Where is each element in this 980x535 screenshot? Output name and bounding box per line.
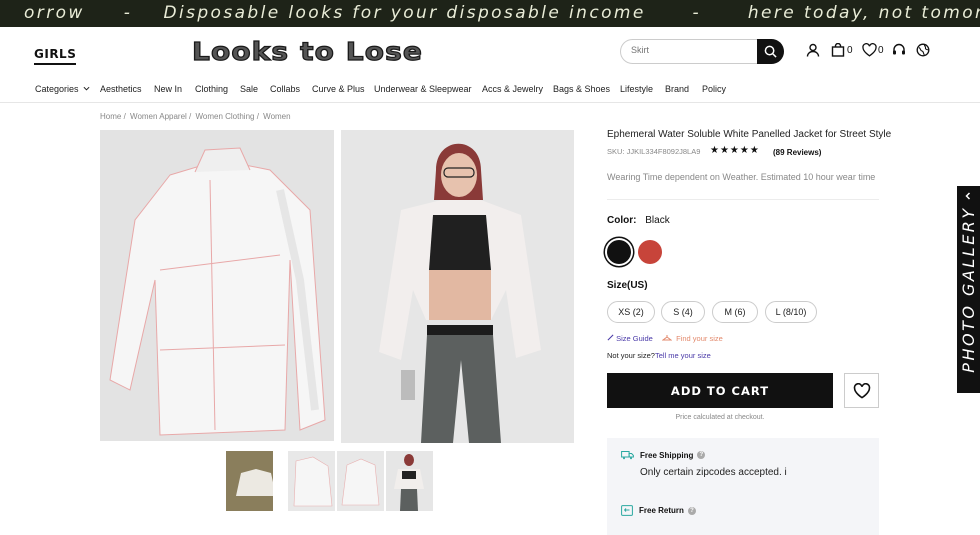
announcement-ticker: orrow - Disposable looks for your dispos… bbox=[0, 0, 980, 27]
photo-gallery-tab[interactable]: PHOTO GALLERY bbox=[957, 186, 980, 393]
not-size-text: Not your size? bbox=[607, 351, 655, 360]
nav-item-brand[interactable]: Brand bbox=[665, 84, 689, 94]
find-your-size-link[interactable]: Find your size bbox=[661, 334, 723, 343]
free-shipping-label: Free Shipping bbox=[640, 450, 694, 460]
free-shipping-row: Free Shipping ? bbox=[621, 450, 706, 460]
truck-icon bbox=[621, 451, 634, 460]
shipping-info-box: Free Shipping ? Only certain zipcodes ac… bbox=[607, 438, 879, 535]
add-to-cart-button[interactable]: ADD TO CART bbox=[607, 373, 833, 408]
return-icon bbox=[621, 505, 633, 516]
headset-icon bbox=[893, 43, 905, 55]
thumbnail-image bbox=[288, 451, 335, 511]
breadcrumb: Home / Women Apparel / Women Clothing / … bbox=[100, 112, 293, 121]
product-sku: SKU: JJKIL334F8092J8LA9 bbox=[607, 147, 701, 156]
language-button[interactable] bbox=[916, 43, 930, 57]
help-icon[interactable]: ? bbox=[697, 451, 706, 459]
breadcrumb-women-apparel[interactable]: Women Apparel / bbox=[130, 112, 191, 121]
nav-item-clothing[interactable]: Clothing bbox=[195, 84, 228, 94]
free-return-label: Free Return bbox=[639, 506, 684, 515]
hanger-icon bbox=[661, 335, 673, 341]
reviews-link[interactable]: (89 Reviews) bbox=[773, 148, 821, 157]
help-icon[interactable]: ? bbox=[687, 506, 696, 515]
nav-item-curve-plus[interactable]: Curve & Plus bbox=[312, 84, 365, 94]
wishlist-count: 0 bbox=[878, 44, 884, 56]
jacket-mannequin-illustration bbox=[100, 130, 334, 441]
nav-item-sale[interactable]: Sale bbox=[240, 84, 258, 94]
divider bbox=[607, 199, 879, 200]
wishlist-button[interactable]: 0 bbox=[862, 43, 884, 57]
site-logo[interactable]: Looks to Lose bbox=[191, 36, 423, 66]
color-value: Black bbox=[645, 215, 670, 226]
thumbnail-2[interactable] bbox=[288, 451, 335, 511]
user-icon bbox=[806, 43, 820, 57]
thumbnail-image bbox=[337, 451, 384, 511]
size-option-xs[interactable]: XS (2) bbox=[607, 301, 655, 323]
nav-item-new-in[interactable]: New In bbox=[154, 84, 182, 94]
nav-item-collabs[interactable]: Collabs bbox=[270, 84, 300, 94]
search-button[interactable] bbox=[757, 39, 784, 64]
support-button[interactable] bbox=[892, 43, 906, 57]
breadcrumb-home[interactable]: Home / bbox=[100, 112, 126, 121]
not-your-size: Not your size?Tell me your size bbox=[607, 351, 711, 360]
photo-gallery-label: PHOTO GALLERY bbox=[959, 206, 978, 373]
thumbnail-image bbox=[386, 451, 433, 511]
color-label: Color: bbox=[607, 215, 637, 226]
size-guide-link[interactable]: Size Guide bbox=[607, 334, 653, 343]
product-image-model[interactable] bbox=[341, 130, 574, 443]
size-label: Size(US) bbox=[607, 280, 648, 291]
heart-icon bbox=[853, 382, 870, 399]
search-bar bbox=[620, 39, 784, 64]
chevron-down-icon bbox=[83, 86, 90, 91]
color-swatch-red[interactable] bbox=[638, 240, 662, 264]
nav-item-underwear[interactable]: Underwear & Sleepwear bbox=[374, 84, 472, 94]
ruler-icon bbox=[607, 334, 614, 341]
main-nav: Categories Aesthetics New In Clothing Sa… bbox=[0, 77, 980, 103]
size-option-m[interactable]: M (6) bbox=[712, 301, 758, 323]
color-row: Color: Black bbox=[607, 215, 670, 226]
search-icon bbox=[764, 45, 777, 58]
nav-item-lifestyle[interactable]: Lifestyle bbox=[620, 84, 653, 94]
nav-label: Categories bbox=[35, 84, 79, 94]
nav-item-categories[interactable]: Categories bbox=[35, 84, 90, 94]
color-swatch-black[interactable] bbox=[607, 240, 631, 264]
cart-button[interactable]: 0 bbox=[831, 43, 853, 57]
nav-item-bags-shoes[interactable]: Bags & Shoes bbox=[553, 84, 610, 94]
thumbnail-4[interactable] bbox=[386, 451, 433, 511]
nav-item-aesthetics[interactable]: Aesthetics bbox=[100, 84, 142, 94]
thumbnail-1[interactable] bbox=[226, 451, 273, 511]
thumbnail-image bbox=[226, 451, 273, 511]
globe-icon bbox=[916, 43, 930, 57]
bag-icon bbox=[831, 43, 845, 57]
breadcrumb-women[interactable]: Women bbox=[263, 112, 290, 121]
size-label-text: Size(US) bbox=[607, 280, 648, 291]
add-to-wishlist-button[interactable] bbox=[844, 373, 879, 408]
search-input[interactable] bbox=[631, 45, 751, 55]
product-title: Ephemeral Water Soluble White Panelled J… bbox=[607, 129, 892, 140]
heart-icon bbox=[862, 43, 877, 57]
ticker-text: orrow - Disposable looks for your dispos… bbox=[24, 3, 980, 23]
girls-tab[interactable]: GIRLS bbox=[34, 47, 77, 65]
zipcode-note: Only certain zipcodes accepted. i bbox=[640, 467, 787, 478]
breadcrumb-women-clothing[interactable]: Women Clothing / bbox=[195, 112, 258, 121]
price-note: Price calculated at checkout. bbox=[675, 414, 765, 421]
cart-count: 0 bbox=[847, 44, 853, 56]
site-header: GIRLS Looks to Lose 0 0 bbox=[0, 27, 980, 77]
wear-time-note: Wearing Time dependent on Weather. Estim… bbox=[607, 172, 876, 182]
model-illustration bbox=[341, 130, 574, 443]
rating-stars: ★★★★★ bbox=[710, 145, 760, 156]
find-size-text: Find your size bbox=[676, 334, 723, 343]
free-return-row: Free Return ? bbox=[621, 505, 696, 516]
product-image-mannequin[interactable] bbox=[100, 130, 334, 441]
nav-item-accs-jewelry[interactable]: Accs & Jewelry bbox=[482, 84, 543, 94]
size-option-l[interactable]: L (8/10) bbox=[765, 301, 817, 323]
size-guide-text: Size Guide bbox=[616, 334, 653, 343]
thumbnail-3[interactable] bbox=[337, 451, 384, 511]
tell-me-size-link[interactable]: Tell me your size bbox=[655, 351, 711, 360]
size-option-s[interactable]: S (4) bbox=[661, 301, 705, 323]
account-button[interactable] bbox=[806, 43, 820, 57]
nav-item-policy[interactable]: Policy bbox=[702, 84, 726, 94]
